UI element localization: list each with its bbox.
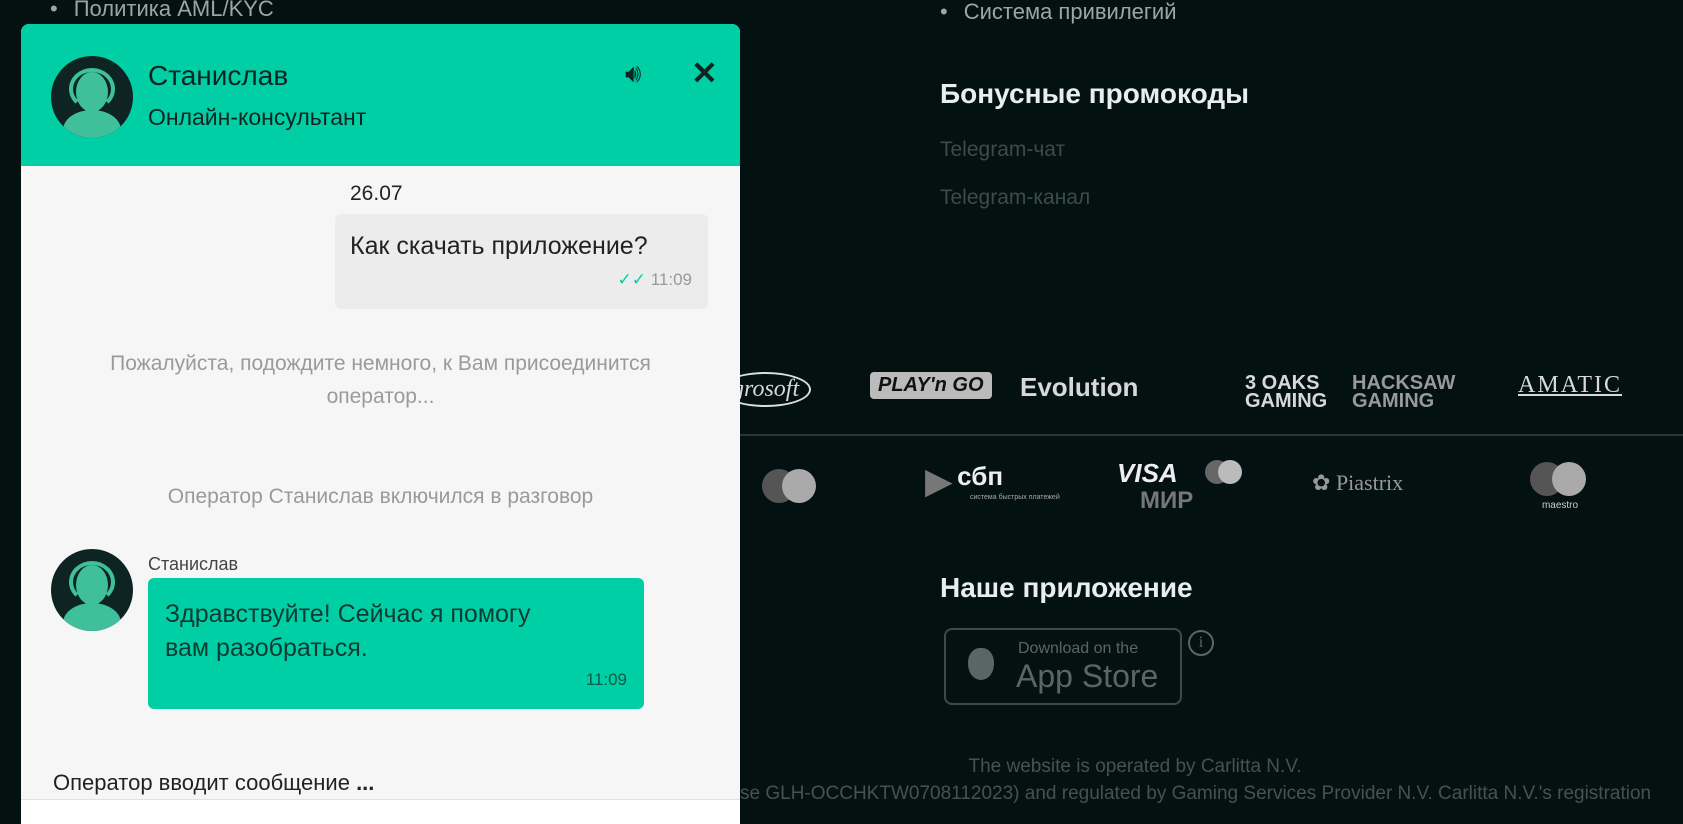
app-heading: Наше приложение <box>940 572 1193 603</box>
provider-logo-evolution: Evolution <box>1020 372 1139 402</box>
piastrix-logo: ✿ Piastrix <box>1312 470 1404 495</box>
footer-link-privileges[interactable]: Система привилегий <box>940 0 1177 25</box>
telegram-channel-link[interactable]: Telegram-канал <box>940 186 1090 210</box>
provider-logo-amatic: AMATIC <box>1518 372 1623 398</box>
footer-license: se GLH-OCCHKTW0708112023) and regulated … <box>740 783 1652 804</box>
sbp-logo: ▶ сбп система быстрых платежей <box>925 460 1060 501</box>
visa-logo: VISA <box>1117 458 1178 488</box>
message-sender: Станислав <box>148 554 239 574</box>
logos-divider <box>740 434 1683 436</box>
provider-logo-playngo: PLAY'n GO <box>870 372 992 399</box>
date-separator: 26.07 <box>350 182 403 205</box>
sound-icon[interactable]: 🔊︎ <box>625 58 641 90</box>
mc-small-logo <box>1205 460 1245 490</box>
operator-message-time: 11:09 <box>585 670 627 689</box>
mastercard-logo <box>762 466 822 506</box>
provider-logo-3oaks: 3 OAKS GAMING <box>1245 372 1328 412</box>
operator-role: Онлайн-консультант <box>148 104 367 130</box>
telegram-chat-link[interactable]: Telegram-чат <box>940 138 1065 162</box>
system-wait-line2: оператор... <box>326 385 435 408</box>
apple-icon <box>968 648 994 680</box>
typing-indicator: Оператор вводит сообщение ... <box>53 770 375 795</box>
operator-message-line1: Здравствуйте! Сейчас я помогу <box>165 600 531 628</box>
system-wait-line1: Пожалуйста, подождите немного, к Вам при… <box>110 352 651 375</box>
operator-message-bubble: Здравствуйте! Сейчас я помогу вам разобр… <box>148 578 644 709</box>
operator-message-line2: вам разобраться. <box>165 634 368 662</box>
app-store-button[interactable]: Download on the App Store <box>944 628 1182 705</box>
maestro-logo: maestro <box>1528 462 1592 514</box>
footer-link-aml[interactable]: Политика AML/KYC <box>50 0 274 22</box>
operator-name: Станислав <box>148 60 289 91</box>
promo-heading: Бонусные промокоды <box>940 78 1250 109</box>
operator-avatar-small <box>51 549 133 631</box>
close-icon[interactable]: ✕ <box>691 54 718 92</box>
typing-dots: ... <box>356 770 375 795</box>
user-message-time: ✓✓ 11:09 <box>617 270 692 289</box>
double-check-icon: ✓✓ <box>617 270 646 289</box>
info-icon[interactable]: i <box>1188 630 1214 656</box>
operator-avatar <box>51 56 133 138</box>
mir-logo: МИР <box>1140 487 1194 514</box>
chat-widget: Станислав Онлайн-консультант 🔊︎ ✕ 26.07 … <box>21 24 740 824</box>
system-joined: Оператор Станислав включился в разговор <box>167 485 594 508</box>
provider-logo-hacksaw: HACKSAW GAMING <box>1352 372 1456 412</box>
user-message-text: Как скачать приложение? <box>350 232 648 260</box>
user-message-bubble: Как скачать приложение? ✓✓ 11:09 <box>335 214 708 309</box>
chat-header: Станислав Онлайн-консультант 🔊︎ ✕ <box>21 24 740 166</box>
